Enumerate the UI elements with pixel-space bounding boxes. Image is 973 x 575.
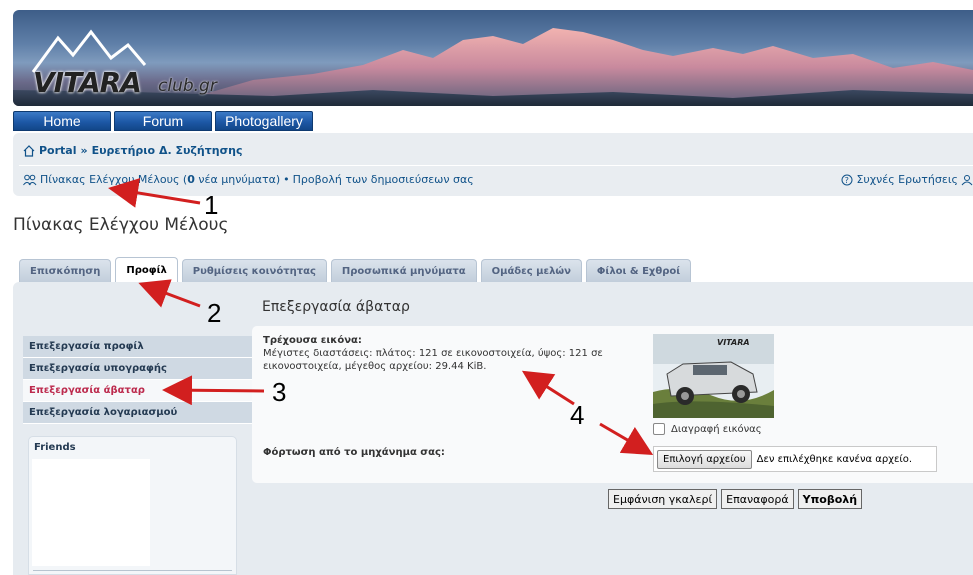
form-buttons: Εμφάνιση γκαλερί Επαναφορά Υποβολή [608,489,863,509]
content-title: Επεξεργασία άβαταρ [262,299,410,315]
sidebar-item-edit-avatar[interactable]: Επεξεργασία άβαταρ [23,380,252,402]
breadcrumb-separator: » [80,144,88,157]
tab-usergroups[interactable]: Ομάδες μελών [480,259,582,282]
tab-overview[interactable]: Επισκόπηση [19,259,112,282]
mountain-panorama-image [13,28,973,106]
sidebar-item-edit-signature[interactable]: Επεξεργασία υπογραφής [23,358,252,380]
faq-label: Συχνές Ερωτήσεις [856,173,958,186]
new-messages-count: 0 [187,173,195,186]
nav-home-button[interactable]: Home [13,111,111,131]
sidebar-item-edit-profile[interactable]: Επεξεργασία προφίλ [23,336,252,358]
breadcrumb-portal[interactable]: Portal [39,144,77,157]
breadcrumb: Portal » Ευρετήριο Δ. Συζήτησης [23,144,243,157]
navbar-divider [19,165,973,166]
view-posts-link[interactable]: Προβολή των δημοσιεύσεων σας [293,173,474,186]
annotation-number-1: 1 [204,190,219,220]
file-upload-field[interactable]: Επιλογή αρχείου Δεν επιλέχθηκε κανένα αρ… [653,446,937,472]
friends-title: Friends [34,442,76,453]
upload-label: Φόρτωση από το μηχάνημα σας: [263,447,445,458]
page-title: Πίνακας Ελέγχου Μέλους [13,215,229,235]
links-bullet: • [283,173,290,186]
delete-avatar-option[interactable]: Διαγραφή εικόνας [653,423,762,435]
help-icon: ? [841,174,853,185]
avatar-caption: VITARA [717,338,750,347]
svg-text:?: ? [845,176,849,185]
choose-file-button[interactable]: Επιλογή αρχείου [657,449,752,469]
display-gallery-button[interactable]: Εμφάνιση γκαλερί [608,489,718,509]
tab-friends-foes[interactable]: Φίλοι & Εχθροί [585,259,692,282]
tab-board-preferences[interactable]: Ρυθμίσεις κοινότητας [181,259,327,282]
delete-avatar-label: Διαγραφή εικόνας [671,423,762,435]
annotation-number-3: 3 [272,377,287,407]
annotation-number-2: 2 [207,298,222,328]
nav-forum-button[interactable]: Forum [114,111,212,131]
friends-box: Friends [28,436,237,575]
tab-private-messages[interactable]: Προσωπικά μηνύματα [330,259,477,282]
nav-photogallery-button[interactable]: Photogallery [215,111,313,131]
faq-link[interactable]: ? Συχνές Ερωτήσεις [841,173,973,186]
members-icon [23,174,37,185]
avatar-limits-text: Μέγιστες διαστάσεις: πλάτος: 121 σε εικο… [263,348,603,372]
reset-button[interactable]: Επαναφορά [721,489,794,509]
user-links: Πίνακας Ελέγχου Μέλους (0 νέα μηνύματα) … [23,173,474,186]
navbar-panel: Portal » Ευρετήριο Δ. Συζήτησης Πίνακας … [13,133,973,196]
logo-suffix: club.gr [158,76,217,96]
ucp-tabs: Επισκόπηση Προφίλ Ρυθμίσεις κοινότητας Π… [19,257,692,282]
submit-button[interactable]: Υποβολή [797,489,863,509]
user-icon[interactable] [961,174,973,186]
file-status-text: Δεν επιλέχθηκε κανένα αρχείο. [756,453,913,465]
ucp-link[interactable]: Πίνακας Ελέγχου Μέλους (0 νέα μηνύματα) [40,173,280,186]
current-avatar-label: Τρέχουσα εικόνα: [263,335,362,346]
friends-divider [33,570,232,571]
breadcrumb-index[interactable]: Ευρετήριο Δ. Συζήτησης [92,144,243,157]
site-banner: VITARA club.gr [13,10,973,106]
current-avatar-image: VITARA [653,334,774,418]
friends-list [32,459,150,566]
top-nav: Home Forum Photogallery [13,111,313,131]
sidebar-menu: Επεξεργασία προφίλ Επεξεργασία υπογραφής… [23,336,252,424]
tab-profile[interactable]: Προφίλ [115,257,178,282]
home-icon [23,144,35,157]
sidebar-item-edit-account[interactable]: Επεξεργασία λογαριασμού [23,402,252,424]
logo-text[interactable]: VITARA [33,66,142,99]
delete-avatar-checkbox[interactable] [653,423,665,435]
annotation-number-4: 4 [570,400,585,430]
